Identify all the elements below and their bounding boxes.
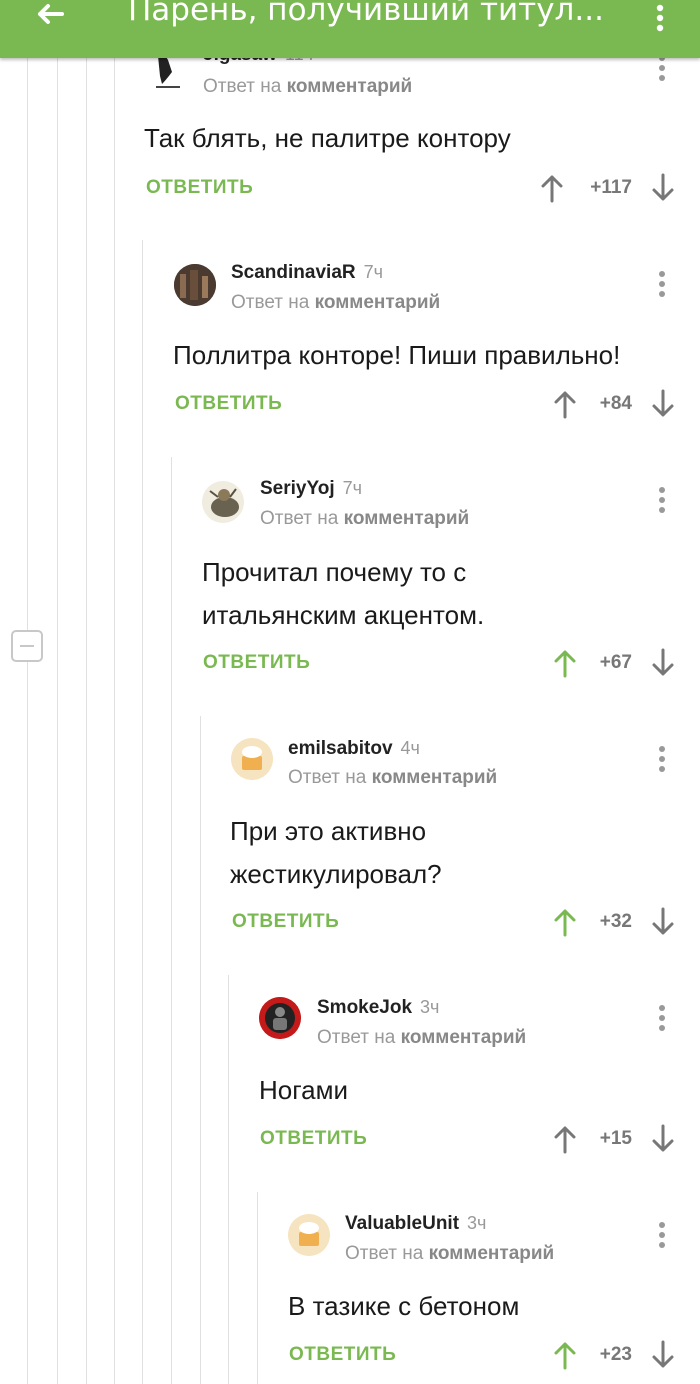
avatar[interactable] — [174, 264, 216, 306]
avatar[interactable] — [231, 738, 273, 780]
comment-time: 7ч — [363, 262, 383, 282]
user-avatar-icon — [259, 997, 301, 1039]
avatar[interactable] — [259, 997, 301, 1039]
downvote-arrow-icon[interactable] — [650, 1124, 676, 1154]
thread-line — [142, 240, 143, 1384]
page-title: Парень, получивший титул... — [128, 0, 604, 28]
thread-line — [86, 58, 87, 1384]
downvote-arrow-icon[interactable] — [650, 389, 676, 419]
downvote-arrow-icon[interactable] — [650, 173, 676, 203]
reply-button[interactable]: ОТВЕТИТЬ — [146, 177, 253, 199]
reply-to-line: Ответ на комментарий — [260, 508, 469, 530]
thread-line — [27, 662, 28, 1384]
reply-to-link[interactable]: комментарий — [372, 767, 498, 788]
username-text[interactable]: SmokeJok — [317, 997, 412, 1018]
reply-to-line: Ответ на комментарий — [345, 1243, 554, 1265]
reply-to-prefix: Ответ на — [231, 292, 310, 313]
comment-text: Поллитра конторе! Пиши правильно! — [173, 340, 621, 370]
downvote-arrow-icon[interactable] — [650, 648, 676, 678]
comment-score: +15 — [599, 1128, 632, 1149]
user-avatar-icon — [202, 481, 244, 523]
comment-score: +117 — [590, 177, 632, 198]
reply-to-link[interactable]: комментарий — [287, 76, 413, 97]
thread-line — [257, 1192, 258, 1384]
comment-menu-icon[interactable] — [654, 743, 670, 775]
upvote-arrow-icon[interactable] — [552, 389, 578, 419]
thread-line — [171, 457, 172, 1384]
comment-time: 3ч — [467, 1213, 487, 1233]
app-bar: Парень, получивший титул... — [0, 0, 700, 58]
collapse-thread-button[interactable] — [11, 630, 43, 662]
comment-score: +67 — [599, 652, 632, 673]
reply-to-link[interactable]: комментарий — [315, 292, 441, 313]
reply-to-prefix: Ответ на — [288, 767, 367, 788]
comment-score: +32 — [599, 911, 632, 932]
back-arrow-icon[interactable] — [30, 0, 70, 34]
comment-username[interactable]: emilsabitov 4ч — [288, 738, 420, 760]
reply-to-link[interactable]: комментарий — [429, 1243, 555, 1264]
comment-text: Прочитал почему то с итальянским акценто… — [202, 557, 485, 630]
reply-to-line: Ответ на комментарий — [203, 76, 412, 98]
thread-line — [200, 716, 201, 1384]
thread-line — [228, 975, 229, 1384]
reply-button[interactable]: ОТВЕТИТЬ — [260, 1128, 367, 1150]
reply-to-line: Ответ на комментарий — [317, 1027, 526, 1049]
reply-button[interactable]: ОТВЕТИТЬ — [289, 1344, 396, 1366]
comment-text: В тазике с бетоном — [288, 1291, 520, 1321]
upvote-arrow-icon[interactable] — [539, 173, 565, 203]
reply-button[interactable]: ОТВЕТИТЬ — [203, 652, 310, 674]
user-avatar-icon — [288, 1214, 330, 1256]
thread-line — [57, 58, 58, 1384]
reply-to-link[interactable]: комментарий — [344, 508, 470, 529]
username-text[interactable]: ScandinaviaR — [231, 262, 356, 283]
upvote-arrow-icon[interactable] — [552, 907, 578, 937]
comment-menu-icon[interactable] — [654, 1002, 670, 1034]
username-text[interactable]: emilsabitov — [288, 738, 393, 759]
username-text[interactable]: ValuableUnit — [345, 1213, 459, 1234]
comment-text: При это активно жестикулировал? — [230, 816, 442, 889]
comment-score: +23 — [599, 1344, 632, 1365]
upvote-arrow-icon[interactable] — [552, 648, 578, 678]
reply-to-prefix: Ответ на — [317, 1027, 396, 1048]
comment-menu-icon[interactable] — [654, 268, 670, 300]
comment-menu-icon[interactable] — [654, 1219, 670, 1251]
reply-to-prefix: Ответ на — [345, 1243, 424, 1264]
more-options-icon[interactable] — [650, 4, 670, 34]
upvote-arrow-icon[interactable] — [552, 1124, 578, 1154]
comment-username[interactable]: SmokeJok 3ч — [317, 997, 439, 1019]
reply-to-line: Ответ на комментарий — [288, 767, 497, 789]
comment-time: 3ч — [420, 997, 440, 1017]
comment-time: 7ч — [342, 478, 363, 498]
upvote-arrow-icon[interactable] — [552, 1340, 578, 1370]
user-avatar-icon — [174, 264, 216, 306]
comment-username[interactable]: SeriyYoj 7ч — [260, 478, 362, 500]
comment-username[interactable]: ValuableUnit 3ч — [345, 1213, 486, 1235]
avatar[interactable] — [202, 481, 244, 523]
comment-menu-icon[interactable] — [654, 484, 670, 516]
reply-button[interactable]: ОТВЕТИТЬ — [175, 393, 282, 415]
comment-text: Так блять, не палитре контору — [144, 123, 511, 153]
reply-to-link[interactable]: комментарий — [401, 1027, 527, 1048]
reply-to-prefix: Ответ на — [203, 76, 282, 97]
thread-line — [27, 58, 28, 630]
reply-to-prefix: Ответ на — [260, 508, 339, 529]
comment-text: Ногами — [259, 1075, 349, 1105]
downvote-arrow-icon[interactable] — [650, 907, 676, 937]
reply-button[interactable]: ОТВЕТИТЬ — [232, 911, 339, 933]
comment-score: +84 — [599, 393, 632, 414]
reply-to-line: Ответ на комментарий — [231, 292, 440, 314]
user-avatar-icon — [231, 738, 273, 780]
avatar[interactable] — [288, 1214, 330, 1256]
downvote-arrow-icon[interactable] — [650, 1340, 676, 1370]
username-text[interactable]: SeriyYoj — [260, 478, 335, 499]
comment-username[interactable]: ScandinaviaR 7ч — [231, 262, 383, 284]
comment-time: 4ч — [400, 738, 420, 758]
thread-line — [114, 58, 115, 1384]
